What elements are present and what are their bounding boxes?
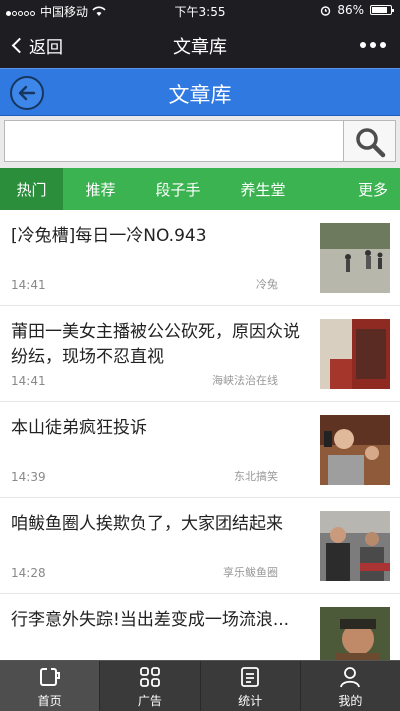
article-title: 行李意外失踪!当出差变成一场流浪... (11, 610, 290, 630)
list-item[interactable]: 咱鲅鱼圈人挨欺负了，大家团结起来 14:28 享乐鲅鱼圈 (0, 498, 400, 594)
list-item[interactable]: 本山徒弟疯狂投诉 14:39 东北搞笑 (0, 402, 400, 498)
bottom-tab-home[interactable]: 首页 (0, 661, 101, 711)
search-input[interactable] (4, 120, 344, 162)
list-item[interactable]: [冷兔槽]每日一冷NO.943 14:41 冷兔 (0, 210, 400, 306)
page-title: 文章库 (168, 83, 232, 107)
home-icon (39, 667, 60, 686)
article-source: 东北搞笑 (234, 470, 278, 483)
article-source: 冷兔 (256, 278, 278, 291)
article-time: 14:41 (11, 278, 46, 292)
article-time: 14:39 (11, 470, 46, 484)
more-options-button[interactable] (360, 42, 386, 48)
article-thumbnail (320, 319, 390, 389)
tab-jokes[interactable]: 段子手 (138, 168, 218, 210)
article-thumbnail (320, 415, 390, 485)
grid-icon (139, 667, 160, 687)
battery-percent: 86% (337, 3, 364, 17)
tab-more[interactable]: 更多 (308, 168, 400, 210)
search-icon (356, 128, 386, 158)
tab-hot[interactable]: 热门 (0, 168, 63, 210)
search-button[interactable] (343, 120, 396, 162)
tab-recommended[interactable]: 推荐 (63, 168, 138, 210)
bottom-tab-bar: 首页 广告 统计 我的 (0, 660, 400, 711)
article-source: 海峡法治在线 (212, 374, 278, 387)
status-bar: 中国移动 下午3:55 86% (0, 0, 400, 22)
article-title: 本山徒弟疯狂投诉 (11, 418, 147, 438)
article-title: [冷兔槽]每日一冷NO.943 (11, 226, 207, 246)
bottom-tab-label: 广告 (137, 694, 162, 708)
alarm-clock-icon (321, 5, 331, 16)
page-header: 文章库 (0, 68, 400, 116)
article-time: 14:41 (11, 374, 46, 388)
article-source: 享乐鲅鱼圈 (223, 566, 278, 579)
nav-title: 文章库 (173, 37, 227, 58)
search-bar (0, 116, 400, 168)
article-thumbnail (320, 223, 390, 293)
article-title: 莆田一美女主播被公公砍死，原因众说纷纭，现场不忍直视 (11, 322, 300, 367)
list-item[interactable]: 莆田一美女主播被公公砍死，原因众说纷纭，现场不忍直视 14:41 海峡法治在线 (0, 306, 400, 402)
list-item[interactable]: 行李意外失踪!当出差变成一场流浪... (0, 594, 400, 660)
tab-health[interactable]: 养生堂 (218, 168, 308, 210)
bottom-tab-stats[interactable]: 统计 (201, 661, 301, 711)
report-icon (241, 667, 260, 687)
category-tabs: 热门 推荐 段子手 养生堂 更多 (0, 168, 400, 210)
bottom-tab-label: 我的 (338, 694, 363, 708)
battery-icon (370, 5, 394, 15)
bottom-tab-label: 首页 (37, 694, 62, 708)
bottom-tab-ads[interactable]: 广告 (100, 661, 201, 711)
user-icon (340, 667, 361, 688)
nav-bar: 返回 文章库 (0, 22, 400, 68)
article-title: 咱鲅鱼圈人挨欺负了，大家团结起来 (11, 514, 283, 534)
article-thumbnail (320, 607, 390, 660)
bottom-tab-label: 统计 (238, 694, 263, 708)
bottom-tab-profile[interactable]: 我的 (301, 661, 400, 711)
article-list: [冷兔槽]每日一冷NO.943 14:41 冷兔 莆田一美女主播被公公砍死，原因… (0, 210, 400, 660)
article-time: 14:28 (11, 566, 46, 580)
article-thumbnail (320, 511, 390, 581)
